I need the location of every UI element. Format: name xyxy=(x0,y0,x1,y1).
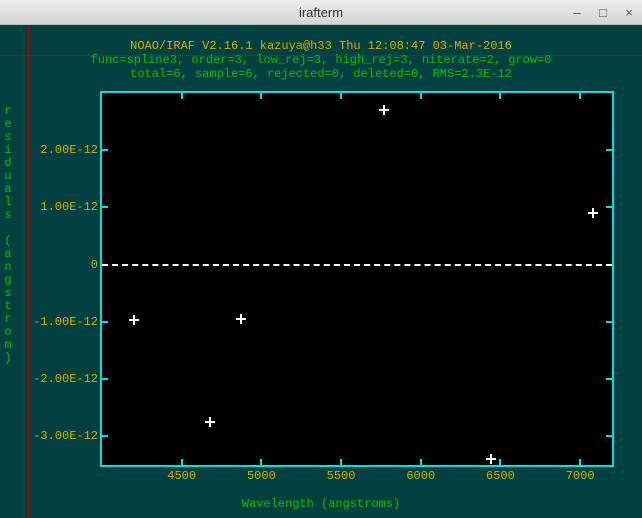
header-line-2: func=spline3, order=3, low_rej=3, high_r… xyxy=(0,53,642,67)
data-point xyxy=(236,314,246,324)
data-point xyxy=(588,208,598,218)
header-block: NOAO/IRAF V2.16.1 kazuya@h33 Thu 12:08:4… xyxy=(0,39,642,81)
y-tick-label: -3.00E-12 xyxy=(24,429,98,443)
window-titlebar: irafterm – □ × xyxy=(0,0,642,25)
terminal-area: NOAO/IRAF V2.16.1 kazuya@h33 Thu 12:08:4… xyxy=(0,25,642,518)
zero-line xyxy=(102,264,612,266)
y-tick-label: 0 xyxy=(72,258,98,272)
maximize-icon[interactable]: □ xyxy=(596,5,610,19)
y-tick-label: 2.00E-12 xyxy=(24,143,98,157)
header-line-3: total=6, sample=6, rejected=0, deleted=0… xyxy=(0,67,642,81)
y-axis-label: residuals (angstrom) xyxy=(3,105,13,365)
x-tick-label: 6000 xyxy=(406,469,435,483)
data-point xyxy=(129,315,139,325)
window-title: irafterm xyxy=(299,5,343,20)
y-tick-label: 1.00E-12 xyxy=(24,200,98,214)
data-point xyxy=(379,105,389,115)
x-tick-label: 6500 xyxy=(486,469,515,483)
y-tick-label: -1.00E-12 xyxy=(24,315,98,329)
header-line-1: NOAO/IRAF V2.16.1 kazuya@h33 Thu 12:08:4… xyxy=(0,39,642,53)
x-axis-label: Wavelength (angstroms) xyxy=(0,497,642,511)
crosshair-vertical xyxy=(28,25,29,518)
minimize-icon[interactable]: – xyxy=(570,5,584,19)
y-tick-label: -2.00E-12 xyxy=(24,372,98,386)
x-tick-label: 5500 xyxy=(327,469,356,483)
x-tick-label: 4500 xyxy=(167,469,196,483)
data-point xyxy=(205,417,215,427)
x-tick-label: 7000 xyxy=(566,469,595,483)
plot-area: 2.00E-121.00E-120-1.00E-12-2.00E-12-3.00… xyxy=(100,91,614,467)
close-icon[interactable]: × xyxy=(622,5,636,19)
data-point xyxy=(486,454,496,464)
x-tick-label: 5000 xyxy=(247,469,276,483)
